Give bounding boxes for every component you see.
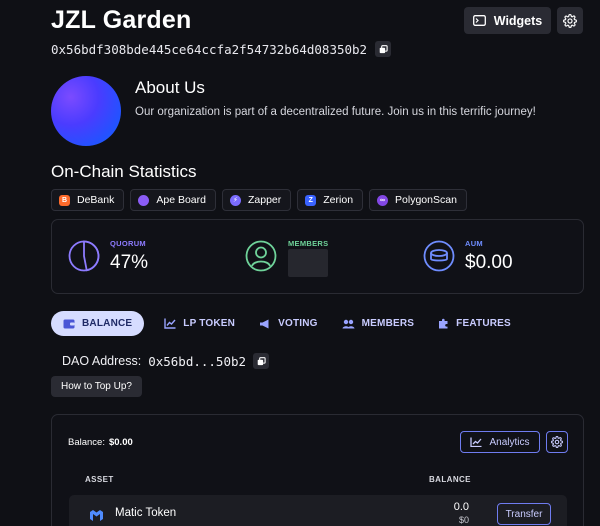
apeboard-icon <box>138 194 150 206</box>
page-title: JZL Garden <box>51 6 192 34</box>
stats-card: QUORUM 47% MEMBERS AUM $0.00 <box>51 219 584 294</box>
asset-amount: 0.0 <box>453 501 469 513</box>
widgets-button[interactable]: Widgets <box>464 7 551 34</box>
widgets-label: Widgets <box>493 13 543 28</box>
zerion-label: Zerion <box>323 194 354 206</box>
apeboard-link[interactable]: Ape Board <box>130 189 216 211</box>
tab-voting[interactable]: VOTING <box>247 311 330 336</box>
explorer-links: B DeBank Ape Board ⚡ Zapper Z Zerion ∞ P… <box>51 189 467 211</box>
tab-balance-label: BALANCE <box>82 318 133 329</box>
balance-card: Balance: $0.00 Analytics ASSET BALANCE Ma… <box>51 414 584 526</box>
aum-coins-icon <box>423 240 455 272</box>
apeboard-label: Ape Board <box>156 194 206 206</box>
balance-value: $0.00 <box>108 437 133 448</box>
gear-icon <box>551 436 563 448</box>
matic-token-icon <box>90 510 103 521</box>
asset-usd-value: $0 <box>458 515 469 525</box>
chart-icon <box>164 318 176 329</box>
dao-avatar <box>51 76 121 146</box>
tab-members[interactable]: MEMBERS <box>330 311 427 336</box>
asset-name: Matic Token <box>115 507 177 519</box>
polygonscan-link[interactable]: ∞ PolygonScan <box>369 189 467 211</box>
quorum-label: QUORUM <box>110 239 146 248</box>
zerion-link[interactable]: Z Zerion <box>297 189 364 211</box>
balance-settings-button[interactable] <box>546 431 568 453</box>
dao-tabs: BALANCE LP TOKEN VOTING MEMBERS FEATURES <box>51 311 523 336</box>
balance-summary: Balance: $0.00 <box>68 437 133 448</box>
dao-address-section: DAO Address: 0x56bd...50b2 <box>62 353 270 369</box>
tab-features[interactable]: FEATURES <box>426 311 523 336</box>
dao-address-label: DAO Address: <box>62 354 142 368</box>
table-row: Matic Token 0.0 $0 Transfer <box>69 495 567 526</box>
tab-features-label: FEATURES <box>456 318 511 329</box>
asset-column-header: ASSET <box>85 475 114 484</box>
dao-address-row: 0x56bdf308bde445ce64ccfa2f54732b64d08350… <box>51 41 392 57</box>
dao-address: 0x56bdf308bde445ce64ccfa2f54732b64d08350… <box>51 41 368 57</box>
analytics-label: Analytics <box>489 436 530 448</box>
settings-button[interactable] <box>557 7 583 34</box>
about-description: Our organization is part of a decentrali… <box>135 106 536 118</box>
tab-lp-token-label: LP TOKEN <box>183 318 236 329</box>
polygonscan-icon: ∞ <box>377 194 389 206</box>
balance-label: Balance: <box>68 437 105 448</box>
aum-value: $0.00 <box>465 252 513 273</box>
gear-icon <box>563 13 577 28</box>
zerion-icon: Z <box>305 194 317 206</box>
analytics-chart-icon <box>470 437 482 447</box>
copy-icon <box>257 356 266 365</box>
members-count-placeholder <box>288 249 328 277</box>
analytics-button[interactable]: Analytics <box>460 431 540 453</box>
balance-column-header: BALANCE <box>429 475 471 484</box>
about-title: About Us <box>135 78 205 97</box>
quorum-value: 47% <box>110 252 149 273</box>
tab-lp-token[interactable]: LP TOKEN <box>152 311 247 336</box>
members-label: MEMBERS <box>288 239 329 248</box>
copy-dao-address-button[interactable] <box>253 353 270 369</box>
dao-address-short: 0x56bd...50b2 <box>148 353 247 369</box>
widgets-icon <box>472 15 486 26</box>
zapper-icon: ⚡ <box>229 194 241 206</box>
polygonscan-label: PolygonScan <box>395 194 457 206</box>
members-user-icon <box>245 240 277 272</box>
copy-icon <box>379 44 388 53</box>
debank-link[interactable]: B DeBank <box>51 189 125 211</box>
aum-label: AUM <box>465 239 483 248</box>
puzzle-icon <box>439 318 448 329</box>
wallet-icon <box>63 319 75 328</box>
megaphone-icon <box>260 319 269 328</box>
people-icon <box>342 319 355 328</box>
copy-address-button[interactable] <box>375 41 392 57</box>
tab-voting-label: VOTING <box>278 318 318 329</box>
debank-icon: B <box>59 194 70 206</box>
debank-label: DeBank <box>77 194 115 206</box>
zapper-label: Zapper <box>247 194 282 206</box>
quorum-pie-icon <box>68 240 100 272</box>
transfer-button[interactable]: Transfer <box>497 503 551 525</box>
tab-balance[interactable]: BALANCE <box>51 311 145 336</box>
tab-members-label: MEMBERS <box>361 318 415 329</box>
zapper-link[interactable]: ⚡ Zapper <box>221 189 292 211</box>
stats-title: On-Chain Statistics <box>51 162 197 181</box>
how-to-top-up-button[interactable]: How to Top Up? <box>51 376 142 397</box>
